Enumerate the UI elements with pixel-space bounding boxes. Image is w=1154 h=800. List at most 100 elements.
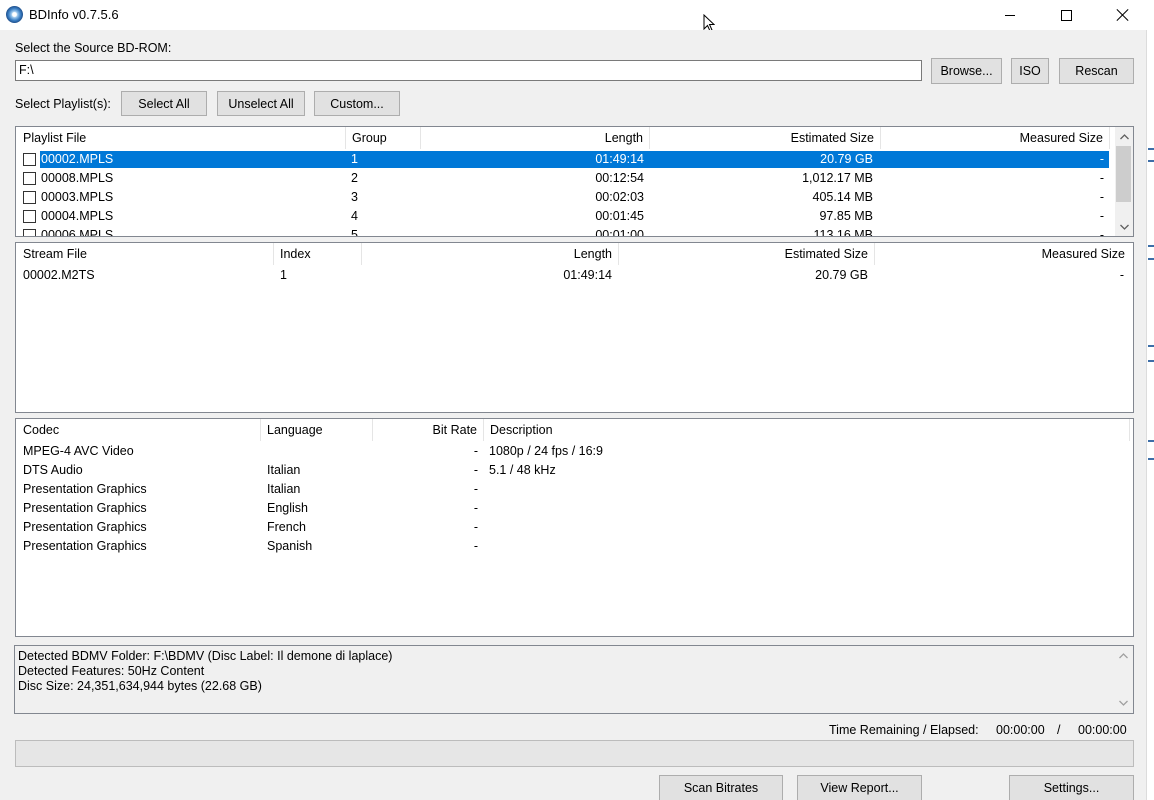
measured-size-cell: - xyxy=(1119,268,1124,282)
measured-size-cell: - xyxy=(1099,190,1104,204)
maximize-icon xyxy=(1060,9,1072,21)
log-line: Disc Size: 24,351,634,944 bytes (22.68 G… xyxy=(18,679,262,693)
estimated-size-cell: 20.79 GB xyxy=(815,268,868,282)
scan-progress-bar xyxy=(15,740,1134,767)
language-cell: Italian xyxy=(267,482,301,496)
scroll-thumb[interactable] xyxy=(1116,146,1131,202)
custom-button[interactable]: Custom... xyxy=(314,91,400,116)
bit-rate-cell: - xyxy=(473,501,478,515)
codec-cell: Presentation Graphics xyxy=(23,520,147,534)
codec-cell: Presentation Graphics xyxy=(23,482,147,496)
measured-size-cell: - xyxy=(1099,152,1104,166)
col-group[interactable]: Group xyxy=(346,127,420,149)
scroll-up-icon[interactable] xyxy=(1115,128,1133,145)
select-all-button[interactable]: Select All xyxy=(121,91,207,116)
title-bar: BDInfo v0.7.5.6 xyxy=(0,0,1154,32)
codec-header: Codec Language Bit Rate Description xyxy=(16,419,1133,441)
stream-list[interactable]: Stream File Index Length Estimated Size … xyxy=(15,242,1134,413)
codec-cell: Presentation Graphics xyxy=(23,501,147,515)
log-line: Detected Features: 50Hz Content xyxy=(18,664,205,678)
playlist-checkbox[interactable] xyxy=(23,210,36,223)
scan-log-textbox[interactable]: Detected BDMV Folder: F:\BDMV (Disc Labe… xyxy=(14,645,1134,714)
background-marker xyxy=(1148,245,1154,247)
estimated-size-cell: 113.16 MB xyxy=(813,228,873,237)
col-codec[interactable]: Codec xyxy=(17,419,260,441)
bit-rate-cell: - xyxy=(473,482,478,496)
length-cell: 01:49:14 xyxy=(563,268,612,282)
scroll-down-icon[interactable] xyxy=(1114,694,1132,711)
col-measured-size[interactable]: Measured Size xyxy=(875,243,1131,265)
playlist-file-cell: 00008.MPLS xyxy=(41,171,114,185)
playlist-scrollbar[interactable] xyxy=(1115,127,1133,236)
stream-header: Stream File Index Length Estimated Size … xyxy=(16,243,1133,265)
background-marker xyxy=(1148,258,1154,260)
bit-rate-cell: - xyxy=(473,520,478,534)
length-cell: 00:02:03 xyxy=(595,190,644,204)
length-cell: 00:01:45 xyxy=(595,209,644,223)
col-bit-rate[interactable]: Bit Rate xyxy=(373,419,483,441)
close-icon xyxy=(1116,9,1128,21)
unselect-all-button[interactable]: Unselect All xyxy=(217,91,305,116)
iso-button[interactable]: ISO xyxy=(1011,58,1049,84)
codec-cell: MPEG-4 AVC Video xyxy=(23,444,134,458)
playlist-file-cell: 00006.MPLS xyxy=(41,228,114,237)
playlist-file-cell: 00004.MPLS xyxy=(41,209,114,223)
minimize-button[interactable] xyxy=(987,0,1033,30)
col-measured-size[interactable]: Measured Size xyxy=(881,127,1109,149)
time-remaining-value: 00:00:00 xyxy=(996,723,1045,737)
bluray-disc-icon xyxy=(6,6,23,23)
estimated-size-cell: 20.79 GB xyxy=(820,152,873,166)
col-estimated-size[interactable]: Estimated Size xyxy=(619,243,874,265)
playlist-checkbox[interactable] xyxy=(23,172,36,185)
background-marker xyxy=(1148,345,1154,347)
background-marker xyxy=(1148,148,1154,150)
playlist-list[interactable]: Playlist File Group Length Estimated Siz… xyxy=(15,126,1134,237)
settings-button[interactable]: Settings... xyxy=(1009,775,1134,800)
group-cell: 4 xyxy=(351,209,358,223)
source-path-input[interactable]: F:\ xyxy=(15,60,922,81)
maximize-button[interactable] xyxy=(1043,0,1089,30)
codec-list[interactable]: Codec Language Bit Rate Description MPEG… xyxy=(15,418,1134,637)
playlist-checkbox[interactable] xyxy=(23,153,36,166)
time-separator: / xyxy=(1057,723,1061,737)
col-description[interactable]: Description xyxy=(484,419,1129,441)
playlist-checkbox[interactable] xyxy=(23,191,36,204)
playlist-file-cell: 00003.MPLS xyxy=(41,190,114,204)
browse-button[interactable]: Browse... xyxy=(931,58,1002,84)
col-length[interactable]: Length xyxy=(421,127,649,149)
window-title: BDInfo v0.7.5.6 xyxy=(29,7,119,22)
log-line: Detected BDMV Folder: F:\BDMV (Disc Labe… xyxy=(18,649,393,663)
background-window-edge xyxy=(1146,30,1154,800)
col-stream-file[interactable]: Stream File xyxy=(17,243,273,265)
col-language[interactable]: Language xyxy=(261,419,372,441)
measured-size-cell: - xyxy=(1099,171,1104,185)
col-index[interactable]: Index xyxy=(274,243,361,265)
language-cell: English xyxy=(267,501,308,515)
col-estimated-size[interactable]: Estimated Size xyxy=(650,127,880,149)
group-cell: 1 xyxy=(351,152,358,166)
playlist-file-cell: 00002.MPLS xyxy=(41,152,114,166)
close-button[interactable] xyxy=(1099,0,1145,30)
select-playlists-label: Select Playlist(s): xyxy=(15,97,111,111)
playlist-checkbox[interactable] xyxy=(23,229,36,236)
scan-bitrates-button[interactable]: Scan Bitrates xyxy=(659,775,783,800)
group-cell: 5 xyxy=(351,228,358,237)
group-cell: 2 xyxy=(351,171,358,185)
bit-rate-cell: - xyxy=(473,539,478,553)
estimated-size-cell: 97.85 MB xyxy=(819,209,873,223)
col-playlist-file[interactable]: Playlist File xyxy=(17,127,345,149)
log-scrollbar[interactable] xyxy=(1114,646,1132,713)
minimize-icon xyxy=(1005,14,1015,16)
group-cell: 3 xyxy=(351,190,358,204)
measured-size-cell: - xyxy=(1099,209,1104,223)
col-length[interactable]: Length xyxy=(362,243,618,265)
bit-rate-cell: - xyxy=(473,463,478,477)
length-cell: 00:01:00 xyxy=(595,228,644,237)
scroll-down-icon[interactable] xyxy=(1115,218,1133,235)
estimated-size-cell: 405.14 MB xyxy=(812,190,873,204)
length-cell: 00:12:54 xyxy=(595,171,644,185)
view-report-button[interactable]: View Report... xyxy=(797,775,922,800)
background-marker xyxy=(1148,440,1154,442)
scroll-up-icon[interactable] xyxy=(1114,647,1132,664)
rescan-button[interactable]: Rescan xyxy=(1059,58,1134,84)
